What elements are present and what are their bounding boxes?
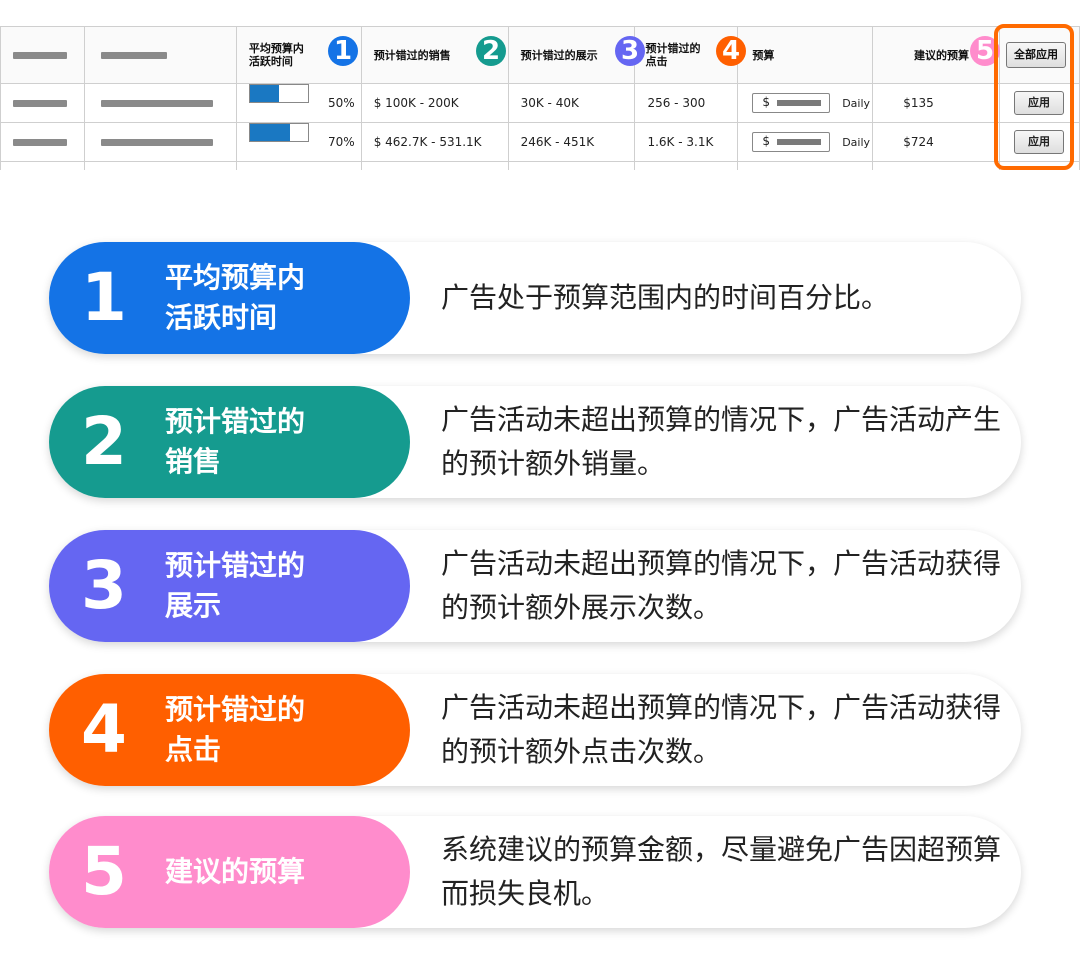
legend-title: 平均预算内 活跃时间	[165, 261, 306, 334]
legend-card-1: 1 平均预算内 活跃时间 广告处于预算范围内的时间百分比。	[49, 242, 1021, 354]
budget-input[interactable]: $	[752, 132, 831, 152]
table-row: 50% $ 100K - 200K 30K - 40K 256 - 300 $ …	[0, 83, 1080, 123]
impressions-cell: 30K - 40K	[507, 83, 636, 123]
progress-label: 70%	[328, 135, 355, 149]
legend-title: 建议的预算	[165, 855, 306, 888]
progress-label: 50%	[328, 96, 355, 110]
impressions-cell: 246K - 451K	[507, 122, 636, 162]
legend-number: 3	[81, 547, 127, 624]
legend-title: 预计错过的 销售	[165, 405, 306, 478]
legend-card-5: 5 建议的预算 系统建议的预算金额，尽量避免广告因超预算而损失良机。	[49, 816, 1021, 928]
legend-description: 广告活动未超出预算的情况下，广告活动获得的预计额外点击次数。	[441, 691, 1002, 768]
budget-table: 平均预算内 活跃时间 预计错过的销售 预计错过的展示 预计错过的 点击 预算 建…	[0, 26, 1080, 170]
header-col-2	[83, 26, 237, 84]
badge-3: 3	[615, 36, 645, 66]
apply-all-button[interactable]: 全部应用	[1006, 42, 1066, 68]
legend-description: 广告活动未超出预算的情况下，广告活动获得的预计额外展示次数。	[441, 547, 1002, 624]
budget-input[interactable]: $	[752, 93, 831, 113]
legend-title: 预计错过的 展示	[165, 549, 306, 622]
legend-title: 预计错过的 点击	[165, 693, 306, 766]
header-apply-all: 全部应用	[999, 26, 1080, 84]
legend-card-3: 3 预计错过的 展示 广告活动未超出预算的情况下，广告活动获得的预计额外展示次数…	[49, 530, 1021, 642]
suggested-budget-cell: $135	[872, 83, 1000, 123]
legend-card-4: 4 预计错过的 点击 广告活动未超出预算的情况下，广告活动获得的预计额外点击次数…	[49, 674, 1021, 786]
legend-description: 系统建议的预算金额，尽量避免广告因超预算而损失良机。	[441, 833, 1002, 910]
budget-period: Daily	[842, 135, 871, 149]
budget-table-section: 平均预算内 活跃时间 预计错过的销售 预计错过的展示 预计错过的 点击 预算 建…	[0, 26, 1080, 170]
header-col-1	[0, 26, 85, 84]
apply-button[interactable]: 应用	[1014, 91, 1064, 115]
legend-description: 广告活动未超出预算的情况下，广告活动产生的预计额外销量。	[441, 403, 1002, 480]
legend-number: 4	[81, 691, 127, 768]
legend-card-2: 2 预计错过的 销售 广告活动未超出预算的情况下，广告活动产生的预计额外销量。	[49, 386, 1021, 498]
badge-5: 5	[970, 36, 1000, 66]
sales-cell: $ 100K - 200K	[360, 83, 509, 123]
table-row: 70% $ 462.7K - 531.1K 246K - 451K 1.6K -…	[0, 122, 1080, 162]
progress-bar	[248, 123, 309, 142]
legend-number: 2	[81, 403, 127, 480]
sales-cell: $ 462.7K - 531.1K	[360, 122, 509, 162]
suggested-budget-cell: $724	[872, 122, 1000, 162]
clicks-cell: 256 - 300	[634, 83, 739, 123]
progress-bar	[248, 84, 309, 103]
legend-number: 5	[81, 833, 127, 910]
budget-period: Daily	[842, 96, 871, 110]
legend-number: 1	[81, 259, 127, 336]
legend-description: 广告处于预算范围内的时间百分比。	[441, 281, 890, 314]
badge-2: 2	[476, 36, 506, 66]
badge-4: 4	[716, 36, 746, 66]
apply-button[interactable]: 应用	[1014, 130, 1064, 154]
header-budget: 预算	[737, 26, 874, 84]
clicks-cell: 1.6K - 3.1K	[634, 122, 739, 162]
table-header-row: 平均预算内 活跃时间 预计错过的销售 预计错过的展示 预计错过的 点击 预算 建…	[0, 26, 1080, 84]
badge-1: 1	[328, 36, 358, 66]
